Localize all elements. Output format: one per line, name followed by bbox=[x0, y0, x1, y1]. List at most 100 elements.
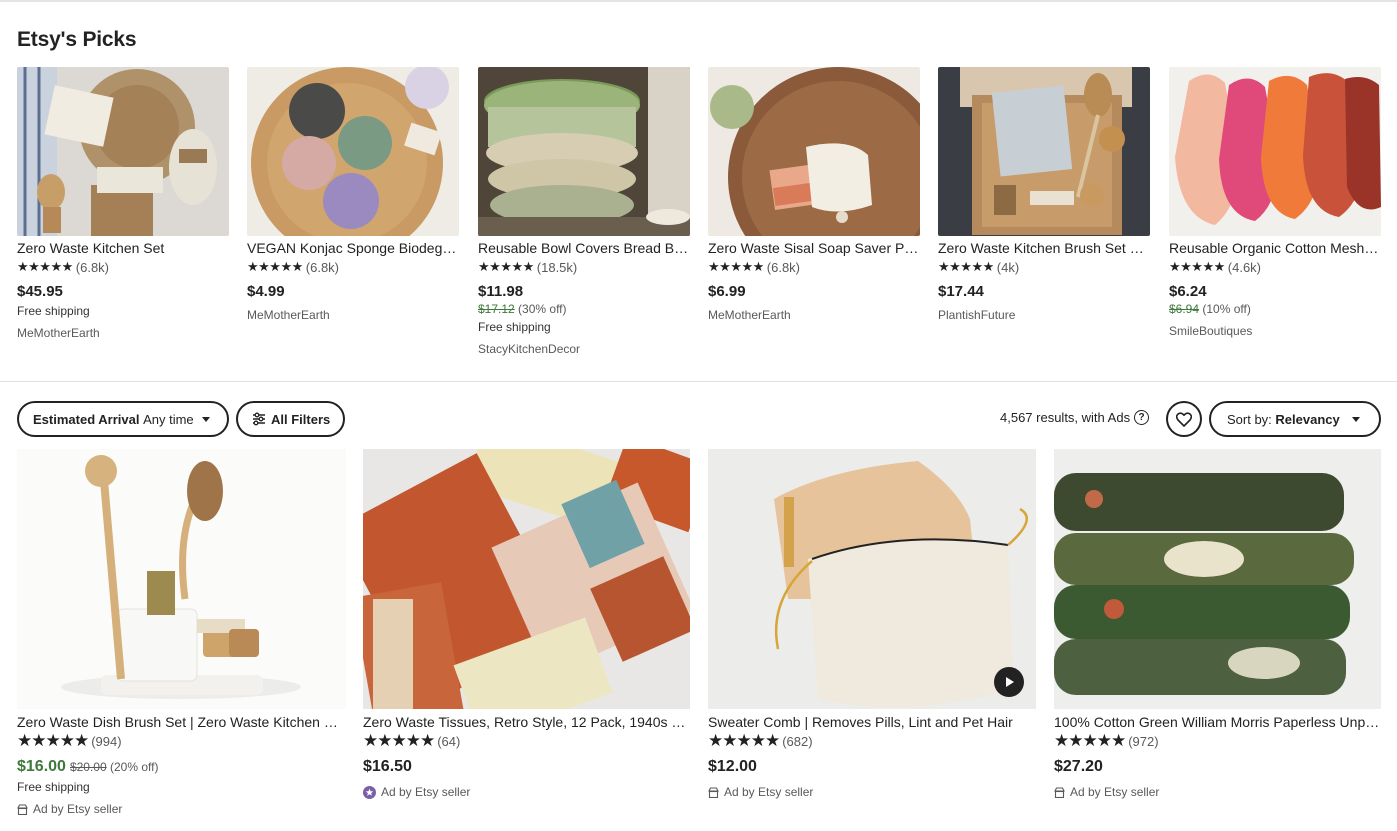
pick-card[interactable]: VEGAN Konjac Sponge Biodegradable ★★★★★(… bbox=[247, 67, 459, 323]
review-count: (6.8k) bbox=[766, 259, 801, 275]
rating: ★★★★★ (4k) bbox=[938, 258, 1150, 276]
ad-label: Ad by Etsy seller bbox=[708, 784, 1036, 800]
heart-icon bbox=[1176, 411, 1192, 427]
pick-card[interactable]: Reusable Organic Cotton Mesh Bag ★★★★★ (4… bbox=[1169, 67, 1381, 339]
estimated-arrival-dropdown[interactable]: Estimated Arrival Any time bbox=[17, 401, 229, 437]
price: $6.24 bbox=[1169, 283, 1207, 300]
review-count: (6.8k) bbox=[75, 259, 110, 275]
product-image[interactable] bbox=[478, 67, 690, 236]
pick-card[interactable]: Zero Waste Kitchen Set ★★★★★ (6.8k) $45.9… bbox=[17, 67, 229, 341]
star-rating-icon: ★★★★★ bbox=[363, 731, 435, 750]
price: $16.50 bbox=[363, 758, 412, 775]
pick-card[interactable]: Zero Waste Sisal Soap Saver Pouch ★★★★★(… bbox=[708, 67, 920, 323]
shop-name[interactable]: MeMotherEarth bbox=[17, 325, 229, 341]
review-count: (64) bbox=[437, 733, 461, 749]
star-seller-badge-icon bbox=[363, 785, 376, 799]
rating: ★★★★★ (6.8k) bbox=[708, 258, 920, 276]
rating: ★★★★★ (64) bbox=[363, 732, 692, 750]
product-image[interactable] bbox=[1169, 67, 1381, 236]
shop-icon bbox=[17, 803, 28, 815]
play-icon bbox=[1003, 676, 1015, 688]
ad-label: Ad by Etsy seller bbox=[363, 784, 692, 800]
shop-name[interactable]: PlantishFuture bbox=[938, 307, 1150, 323]
play-video-button[interactable] bbox=[994, 667, 1024, 697]
shipping-label: Free shipping bbox=[17, 780, 90, 794]
rating: ★★★★★ (972) bbox=[1054, 732, 1381, 750]
product-image[interactable] bbox=[17, 67, 229, 236]
star-rating-icon: ★★★★★ bbox=[478, 259, 534, 274]
product-title[interactable]: Reusable Organic Cotton Mesh Bag bbox=[1169, 239, 1381, 257]
listing-card[interactable]: Sweater Comb | Removes Pills, Lint and P… bbox=[708, 449, 1036, 800]
review-count: (18.5k) bbox=[536, 259, 578, 275]
review-count: (4k) bbox=[996, 259, 1020, 275]
star-rating-icon: ★★★★★ bbox=[708, 259, 764, 274]
rating: ★★★★★ (6.8k) bbox=[247, 258, 459, 276]
shop-icon bbox=[1054, 786, 1065, 798]
product-title[interactable]: Zero Waste Kitchen Set bbox=[17, 239, 229, 257]
price: $11.98 bbox=[478, 283, 524, 300]
help-icon[interactable]: ? bbox=[1134, 410, 1150, 425]
sort-dropdown[interactable]: Sort by: Relevancy bbox=[1209, 401, 1381, 437]
star-rating-icon: ★★★★★ bbox=[247, 259, 303, 274]
price: $16.00 $20.00 (20% off) bbox=[17, 758, 159, 775]
original-price: $6.94 (10% off) bbox=[1169, 302, 1251, 316]
original-price: $17.12 (30% off) bbox=[478, 302, 567, 316]
product-title[interactable]: 100% Cotton Green William Morris Paperle… bbox=[1054, 713, 1381, 731]
shop-name[interactable]: SmileBoutiques bbox=[1169, 323, 1381, 339]
rating: ★★★★★ (4.6k) bbox=[1169, 258, 1381, 276]
rating: ★★★★★ (6.8k) bbox=[17, 258, 229, 276]
shop-name[interactable]: MeMotherEarth bbox=[708, 307, 920, 323]
arrival-label: Estimated Arrival bbox=[33, 411, 140, 427]
product-image[interactable] bbox=[363, 449, 692, 709]
star-rating-icon: ★★★★★ bbox=[938, 259, 994, 274]
caret-down-icon bbox=[1351, 416, 1360, 422]
sliders-icon bbox=[252, 412, 266, 426]
product-image[interactable] bbox=[17, 449, 346, 709]
product-image[interactable] bbox=[938, 67, 1150, 236]
shop-icon bbox=[708, 786, 719, 798]
product-title[interactable]: Zero Waste Dish Brush Set | Zero Waste K… bbox=[17, 713, 346, 731]
price: $6.99 bbox=[708, 283, 746, 300]
star-rating-icon: ★★★★★ bbox=[17, 259, 73, 274]
review-count: (4.6k) bbox=[1227, 259, 1262, 275]
favorite-search-button[interactable] bbox=[1166, 401, 1202, 437]
review-count: (6.8k) bbox=[305, 259, 340, 275]
price: $45.95 bbox=[17, 283, 63, 300]
product-title[interactable]: Zero Waste Tissues, Retro Style, 12 Pack… bbox=[363, 713, 692, 731]
product-title[interactable]: Zero Waste Sisal Soap Saver Pouch bbox=[708, 239, 920, 257]
price: $12.00 bbox=[708, 758, 757, 775]
price: $17.44 bbox=[938, 283, 984, 300]
product-title[interactable]: Zero Waste Kitchen Brush Set Gift bbox=[938, 239, 1150, 257]
ad-label: Ad by Etsy seller bbox=[17, 801, 346, 817]
rating: ★★★★★ (18.5k) bbox=[478, 258, 690, 276]
pick-card[interactable]: Reusable Bowl Covers Bread Basket ★★★★★(… bbox=[478, 67, 690, 357]
review-count: (994) bbox=[91, 733, 122, 749]
listing-card[interactable]: Zero Waste Dish Brush Set | Zero Waste K… bbox=[17, 449, 346, 817]
product-image[interactable] bbox=[1054, 449, 1381, 709]
product-image[interactable] bbox=[708, 67, 920, 236]
results-count: 4,567 results, with Ads ? bbox=[1000, 410, 1150, 425]
sort-label: Sort by: bbox=[1227, 411, 1272, 427]
product-image[interactable] bbox=[247, 67, 459, 236]
star-rating-icon: ★★★★★ bbox=[17, 731, 89, 750]
shop-name[interactable]: StacyKitchenDecor bbox=[478, 341, 690, 357]
pick-card[interactable]: Zero Waste Kitchen Brush Set Gift ★★★★★(… bbox=[938, 67, 1150, 323]
product-title[interactable]: Sweater Comb | Removes Pills, Lint and P… bbox=[708, 713, 1036, 731]
price: $4.99 bbox=[247, 283, 285, 300]
listing-card[interactable]: Zero Waste Tissues, Retro Style, 12 Pack… bbox=[363, 449, 692, 800]
shipping-label: Free shipping bbox=[17, 304, 90, 318]
product-image[interactable] bbox=[708, 449, 1036, 709]
review-count: (972) bbox=[1128, 733, 1159, 749]
sort-value: Relevancy bbox=[1275, 411, 1340, 427]
listing-card[interactable]: 100% Cotton Green William Morris Paperle… bbox=[1054, 449, 1381, 800]
product-title[interactable]: Reusable Bowl Covers Bread Basket bbox=[478, 239, 690, 257]
caret-down-icon bbox=[201, 416, 210, 422]
rating: ★★★★★ (994) bbox=[17, 732, 346, 750]
all-filters-label: All Filters bbox=[271, 411, 331, 427]
product-title[interactable]: VEGAN Konjac Sponge Biodegradable bbox=[247, 239, 459, 257]
all-filters-button[interactable]: All Filters bbox=[236, 401, 345, 437]
arrival-value: Any time bbox=[143, 411, 194, 427]
shop-name[interactable]: MeMotherEarth bbox=[247, 307, 459, 323]
section-divider bbox=[0, 381, 1397, 382]
star-rating-icon: ★★★★★ bbox=[708, 731, 780, 750]
